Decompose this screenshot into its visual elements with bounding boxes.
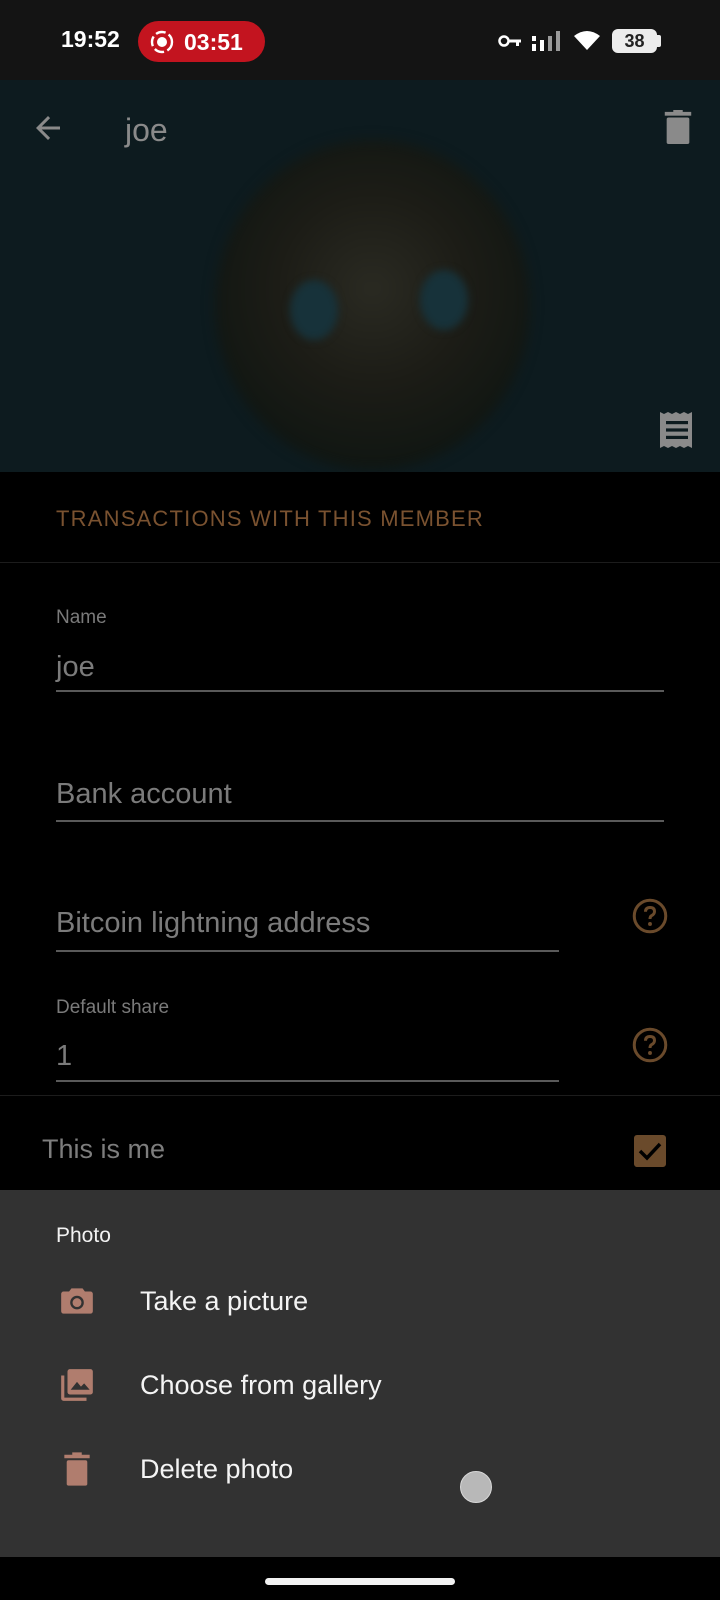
default-share-underline [56, 1080, 559, 1082]
wifi-icon [574, 31, 600, 50]
battery-nub [657, 35, 661, 47]
photo-detail [420, 270, 468, 330]
battery-level: 38 [624, 31, 645, 51]
name-underline [56, 690, 664, 692]
divider [0, 1095, 720, 1096]
status-time: 19:52 [61, 26, 120, 52]
choose-gallery-option[interactable]: Choose from gallery [0, 1346, 720, 1426]
page-title: joe [125, 112, 168, 148]
delete-photo-label: Delete photo [140, 1454, 294, 1484]
battery-icon: 38 [612, 29, 657, 53]
this-is-me-checkbox[interactable] [634, 1135, 666, 1167]
home-indicator[interactable] [265, 1578, 455, 1585]
lightning-address-field[interactable]: Bitcoin lightning address [56, 907, 370, 940]
choose-gallery-label: Choose from gallery [140, 1370, 382, 1400]
vpn-key-icon [498, 35, 521, 47]
lightning-underline [56, 950, 559, 952]
signal-icon [532, 31, 560, 51]
arrow-back-icon[interactable] [30, 110, 66, 146]
trash-icon [64, 1452, 90, 1486]
help-icon[interactable] [632, 1027, 668, 1063]
delete-photo-option[interactable]: Delete photo [0, 1430, 720, 1510]
default-share-label: Default share [56, 997, 170, 1018]
touch-indicator [460, 1471, 492, 1503]
camera-icon [61, 1288, 93, 1314]
take-picture-label: Take a picture [140, 1286, 309, 1316]
status-bar: 19:52 03:51 38 [0, 0, 720, 80]
help-icon[interactable] [632, 898, 668, 934]
photo-bottom-sheet: Photo Take a picture Choose from gallery… [0, 1190, 720, 1557]
this-is-me-label: This is me [42, 1134, 166, 1164]
transactions-label: TRANSACTIONS WITH THIS MEMBER [56, 506, 484, 531]
screen-recording-indicator[interactable]: 03:51 [138, 21, 265, 62]
trash-icon[interactable] [664, 110, 692, 144]
recording-timer: 03:51 [184, 29, 243, 55]
navigation-bar [0, 1557, 720, 1600]
sheet-title: Photo [56, 1224, 111, 1247]
member-photo [215, 140, 530, 470]
receipt-icon[interactable] [660, 412, 694, 448]
record-icon [150, 30, 174, 54]
name-label: Name [56, 607, 107, 628]
bank-account-field[interactable]: Bank account [56, 778, 232, 811]
bank-account-underline [56, 820, 664, 822]
transactions-link[interactable]: TRANSACTIONS WITH THIS MEMBER [0, 472, 720, 563]
name-field[interactable]: joe [56, 651, 95, 684]
member-photo-header[interactable]: joe [0, 80, 720, 472]
check-icon [638, 1142, 662, 1161]
photo-detail [290, 280, 338, 340]
take-picture-option[interactable]: Take a picture [0, 1262, 720, 1342]
gallery-icon [61, 1369, 93, 1401]
default-share-field[interactable]: 1 [56, 1040, 72, 1073]
